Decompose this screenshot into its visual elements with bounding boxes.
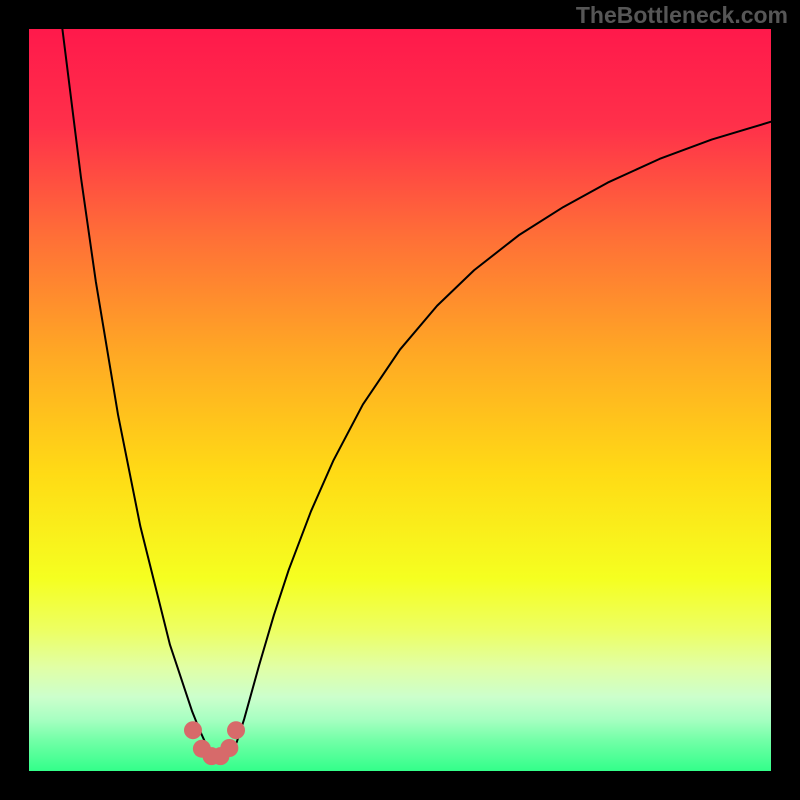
watermark-label: TheBottleneck.com — [576, 2, 788, 29]
chart-plot — [29, 29, 771, 771]
marker-point — [184, 721, 202, 739]
marker-point — [220, 739, 238, 757]
marker-point — [227, 721, 245, 739]
chart-frame: TheBottleneck.com — [0, 0, 800, 800]
gradient-area — [29, 29, 771, 771]
